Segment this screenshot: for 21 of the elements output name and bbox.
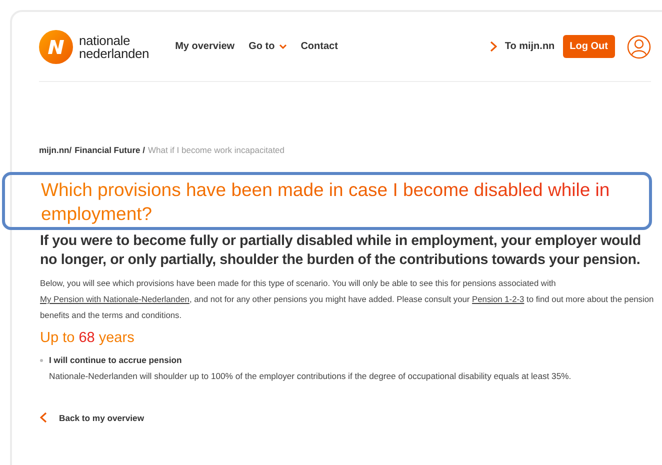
nav-dropdown[interactable]: Go to [248,41,287,52]
provision-text: Nationale-Nederlanden will shoulder up to 100% of the employer contributions if the degree of occupational disability equals at least 35%. [49,370,572,383]
bullet-icon [40,359,43,362]
nav-link[interactable]: Contact [300,41,338,52]
intro-paragraph: Below, you will see which provisions have been made for this type of scenario. You will only be able to see this for pensions associated with My Pension with Nationale-Nederlanden, and not for any other pensions you might have added. Please consult your Pension 1-2-3 to find out more about the pension benefits and the terms and conditions. [40,277,655,322]
section-title: Up to 68 years [40,330,136,346]
logo-icon [39,30,73,64]
lead-text: If you were to become fully or partially disabled while in employment, your employer would no longer, or only partially, shoulder the burden of the contributions towards your pension. [40,232,642,270]
nav-link[interactable]: My overview [175,41,235,52]
chevron-right-icon [490,41,497,52]
text-link[interactable]: Pension 1-2-3 [472,294,524,304]
provision-title: I will continue to accrue pension [49,354,183,367]
chevron-left-icon [40,412,47,423]
portal-link[interactable]: To mijn.nn [490,41,555,52]
text-link[interactable]: My Pension with Nationale-Nederlanden [40,294,190,304]
breadcrumb-link[interactable]: mijn.nn/ [39,145,72,155]
logo-wordmark[interactable]: nationale nederlanden [79,34,150,60]
breadcrumb-link[interactable]: Financial Future / [74,145,145,155]
chevron-down-icon [278,44,287,50]
back-link[interactable]: Back to my overview [40,412,655,423]
user-icon[interactable] [627,34,651,58]
